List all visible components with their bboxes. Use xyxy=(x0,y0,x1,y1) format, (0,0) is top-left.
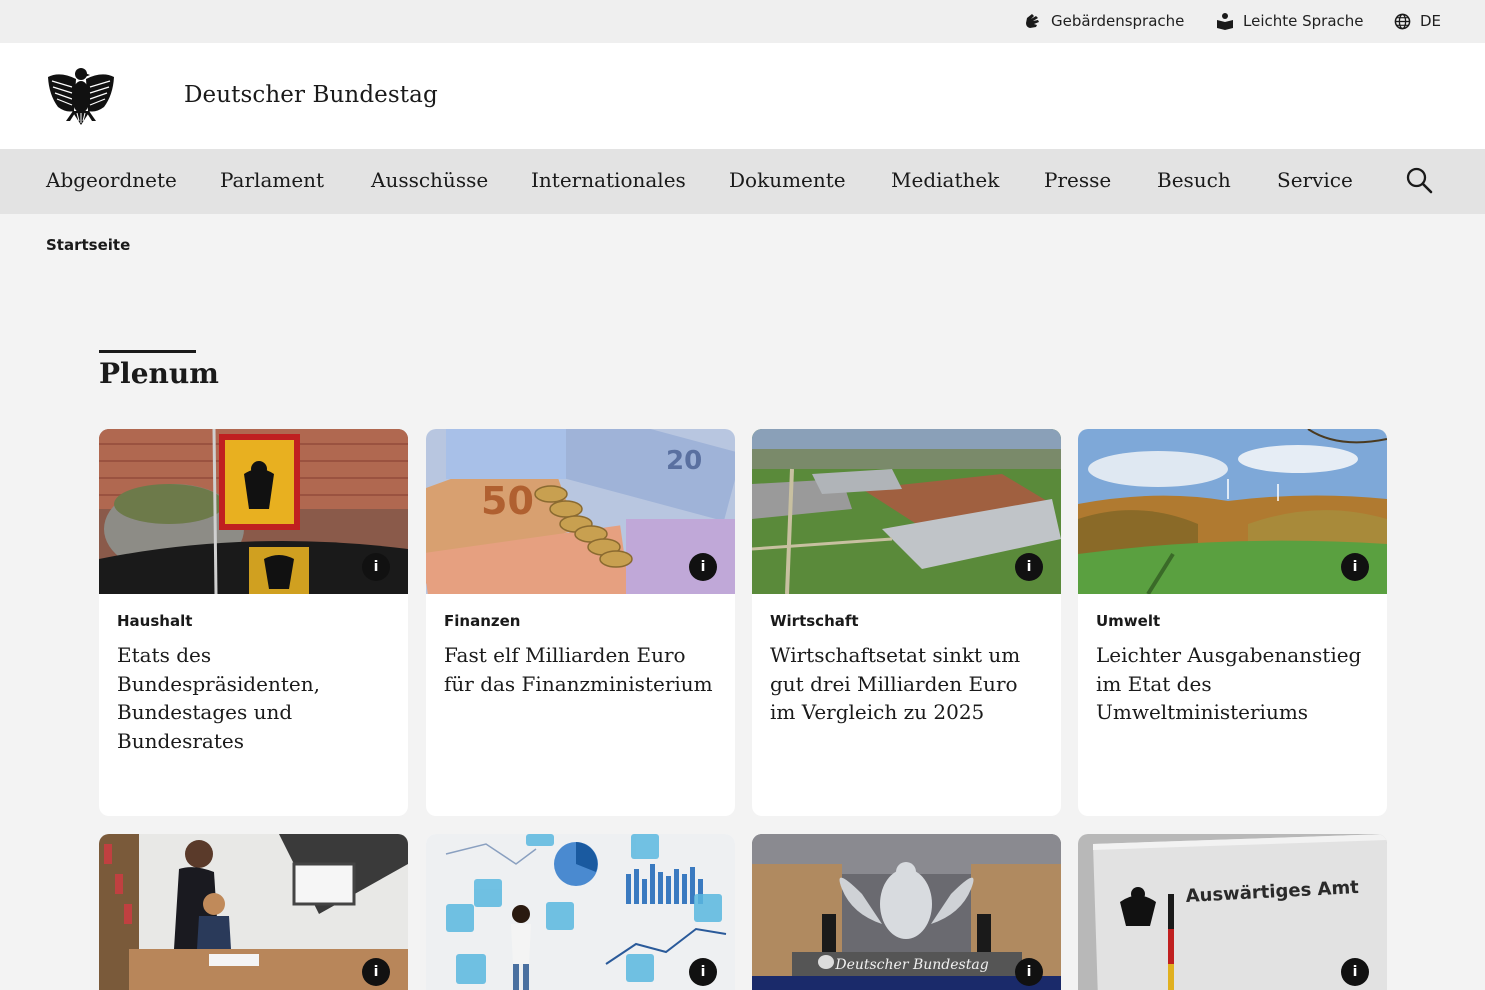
language-label: DE xyxy=(1420,12,1442,30)
person-with-data-graphics-photo xyxy=(426,834,735,990)
section-title: Plenum xyxy=(99,357,219,390)
easy-language-label: Leichte Sprache xyxy=(1243,12,1364,30)
image-info-button[interactable]: i xyxy=(1341,553,1369,581)
nav-item-ausschuesse[interactable]: Ausschüsse xyxy=(371,168,488,192)
site-title[interactable]: Deutscher Bundestag xyxy=(184,82,438,108)
site-header: Deutscher Bundestag xyxy=(0,43,1485,149)
card-title[interactable]: Leichter Ausgabenanstieg im Etat des Umw… xyxy=(1096,641,1371,727)
easy-language-book-icon xyxy=(1217,13,1233,30)
mother-and-daughter-homework-photo xyxy=(99,834,408,990)
image-info-button[interactable]: i xyxy=(1341,958,1369,986)
image-info-button[interactable]: i xyxy=(362,553,390,581)
article-card-5[interactable]: i xyxy=(99,834,408,990)
article-card-finanzen[interactable]: 50 20 i Finanzen Fast elf Milliarden Eur… xyxy=(426,429,735,816)
nav-item-internationales[interactable]: Internationales xyxy=(531,168,686,192)
sign-language-hand-icon xyxy=(1026,14,1039,28)
card-title[interactable]: Fast elf Milliarden Euro für das Finanzm… xyxy=(444,641,719,698)
breadcrumb: Startseite xyxy=(46,236,130,254)
image-info-button[interactable]: i xyxy=(362,958,390,986)
nav-item-dokumente[interactable]: Dokumente xyxy=(729,168,846,192)
article-card-wirtschaft[interactable]: i Wirtschaft Wirtschaftsetat sinkt um gu… xyxy=(752,429,1061,816)
sign-language-label: Gebärdensprache xyxy=(1051,12,1185,30)
nav-item-service[interactable]: Service xyxy=(1277,168,1353,192)
article-card-7[interactable]: Deutscher Bundestag i xyxy=(752,834,1061,990)
article-card-umwelt[interactable]: i Umwelt Leichter Ausgabenanstieg im Eta… xyxy=(1078,429,1387,816)
image-info-button[interactable]: i xyxy=(1015,553,1043,581)
utility-bar: Gebärdensprache Leichte Sprache DE xyxy=(0,0,1485,43)
card-title[interactable]: Etats des Bundespräsidenten, Bundestages… xyxy=(117,641,392,755)
card-category: Umwelt xyxy=(1096,612,1161,630)
svg-text:50: 50 xyxy=(481,479,534,523)
card-title[interactable]: Wirtschaftsetat sinkt um gut drei Millia… xyxy=(770,641,1045,727)
svg-text:20: 20 xyxy=(666,446,702,476)
plenary-hall-eagle-photo: Deutscher Bundestag xyxy=(752,834,1061,990)
article-card-haushalt[interactable]: i Haushalt Etats des Bundespräsidenten, … xyxy=(99,429,408,816)
card-category: Finanzen xyxy=(444,612,521,630)
nav-item-mediathek[interactable]: Mediathek xyxy=(891,168,999,192)
nav-item-abgeordnete[interactable]: Abgeordnete xyxy=(46,168,177,192)
search-icon[interactable] xyxy=(1405,166,1433,194)
article-card-8[interactable]: Auswärtiges Amt i xyxy=(1078,834,1387,990)
language-switcher[interactable]: DE xyxy=(1394,11,1441,31)
image-info-button[interactable]: i xyxy=(689,553,717,581)
lectern-inscription: Deutscher Bundestag xyxy=(834,957,988,973)
globe-icon xyxy=(1394,13,1411,29)
main-navigation: Abgeordnete Parlament Ausschüsse Interna… xyxy=(0,149,1485,214)
easy-language-link[interactable]: Leichte Sprache xyxy=(1216,11,1364,31)
section-divider xyxy=(99,350,196,353)
sign-language-link[interactable]: Gebärdensprache xyxy=(1024,11,1184,31)
card-category: Wirtschaft xyxy=(770,612,859,630)
bundesadler-eagle-logo[interactable] xyxy=(46,65,116,127)
breadcrumb-startseite[interactable]: Startseite xyxy=(46,236,130,254)
nav-item-besuch[interactable]: Besuch xyxy=(1157,168,1231,192)
article-card-6[interactable]: i xyxy=(426,834,735,990)
nav-item-parlament[interactable]: Parlament xyxy=(220,168,324,192)
image-info-button[interactable]: i xyxy=(1015,958,1043,986)
auswaertiges-amt-sign-photo: Auswärtiges Amt xyxy=(1078,834,1387,990)
image-info-button[interactable]: i xyxy=(689,958,717,986)
nav-item-presse[interactable]: Presse xyxy=(1044,168,1111,192)
card-category: Haushalt xyxy=(117,612,193,630)
